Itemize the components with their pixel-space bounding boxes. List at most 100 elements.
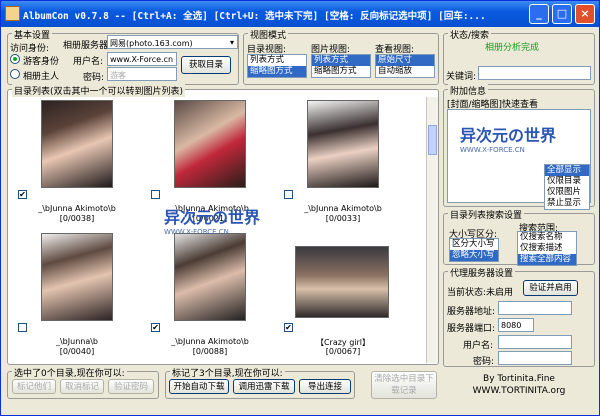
verify-password-button[interactable]: 验证密码: [108, 379, 154, 394]
display-filter-item[interactable]: 仅限目录: [545, 176, 589, 187]
start-download-button[interactable]: 开始自动下载: [169, 379, 229, 394]
chevron-down-icon: ▾: [229, 38, 234, 47]
album-caption: _\bJunna Akimoto\b: [171, 337, 249, 346]
watermark-url: WWW.X-FORCE.CN: [164, 228, 229, 236]
album-thumbnail[interactable]: [41, 100, 113, 188]
guest-label: 游客身份: [23, 57, 60, 67]
display-filter-item[interactable]: 全部显示: [545, 165, 589, 176]
basic-settings-title: 基本设置: [12, 28, 53, 41]
proxy-password-label: 密码:: [473, 357, 495, 367]
directory-list-title: 目录列表(双击其中一个可以转到图片列表): [12, 84, 186, 97]
album-checkbox[interactable]: [284, 190, 293, 199]
list-search-title: 目录列表搜索设置: [448, 208, 525, 221]
marked-dirs-title: 标记了3个目录,现在你可以:: [170, 366, 285, 379]
case-item[interactable]: 忽略大小写: [450, 250, 498, 261]
username-input[interactable]: www.X-Force.cn: [107, 52, 177, 66]
dir-view-item[interactable]: 缩略图方式: [248, 66, 306, 77]
access-label: 访问身份:: [10, 44, 50, 54]
album-checkbox[interactable]: [151, 190, 160, 199]
case-list[interactable]: 区分大小写 忽略大小写: [449, 238, 499, 262]
attach-info-title: 附加信息: [448, 84, 489, 97]
server-select-value: 网易(photo.163.com): [110, 39, 193, 48]
selected-dirs-title: 选中了0个目录,现在你可以:: [12, 366, 127, 379]
guest-radio[interactable]: [10, 54, 20, 64]
proxy-port-label: 服务器端口:: [447, 324, 496, 334]
album-checkbox[interactable]: ✔: [284, 323, 293, 332]
case-item[interactable]: 区分大小写: [450, 239, 498, 250]
album-thumbnail[interactable]: [41, 233, 113, 321]
dir-view-list[interactable]: 列表方式 缩略图方式: [247, 54, 307, 78]
scope-item[interactable]: 仅搜索名称: [518, 232, 576, 243]
album-count: [0/0088]: [192, 347, 228, 356]
credit-author: By Tortinita.Fine: [483, 374, 555, 384]
credit-website: WWW.TORTINITA.org: [472, 386, 566, 396]
password-label: 密码:: [83, 73, 105, 83]
pic-view-item[interactable]: 列表方式: [312, 55, 370, 66]
see-view-list[interactable]: 原始尺寸 自动缩放: [375, 54, 435, 78]
title-bar[interactable]: AlbumCon v0.7.8 -- [Ctrl+A: 全选] [Ctrl+U:…: [1, 1, 599, 27]
album-thumbnail[interactable]: [174, 100, 246, 188]
server-label: 相册服务器:: [63, 41, 112, 51]
get-directory-button[interactable]: 获取目录: [181, 56, 231, 74]
album-count: [0/0038]: [59, 214, 95, 223]
thunder-download-button[interactable]: 调用迅雷下载: [233, 379, 295, 394]
album-count: [0/0040]: [59, 347, 95, 356]
pic-view-item[interactable]: 缩略图方式: [312, 66, 370, 77]
maximize-button[interactable]: □: [552, 4, 572, 24]
minimize-button[interactable]: _: [529, 4, 549, 24]
album-checkbox[interactable]: [18, 323, 27, 332]
directory-scrollbar[interactable]: [426, 97, 438, 363]
proxy-title: 代理服务器设置: [448, 266, 516, 279]
preview-logo: 异次元の世界 WWW.X-FORCE.CN: [460, 122, 556, 154]
proxy-address-input[interactable]: [498, 301, 572, 315]
album-caption: _\bJunna\b: [55, 337, 99, 346]
see-view-item[interactable]: 自动缩放: [376, 66, 434, 77]
scope-list[interactable]: 仅搜索名称 仅搜索描述 搜索全部内容: [517, 231, 577, 266]
app-window: AlbumCon v0.7.8 -- [Ctrl+A: 全选] [Ctrl+U:…: [0, 0, 600, 416]
album-thumbnail[interactable]: [174, 233, 246, 321]
unmark-button[interactable]: 取消标记: [60, 379, 104, 394]
clear-records-button[interactable]: 清除选中目录下载记录: [371, 371, 437, 399]
pic-view-list[interactable]: 列表方式 缩略图方式: [311, 54, 371, 78]
proxy-port-input[interactable]: 8080: [498, 318, 534, 332]
window-title: AlbumCon v0.7.8 -- [Ctrl+A: 全选] [Ctrl+U:…: [23, 11, 486, 22]
owner-radio[interactable]: [10, 69, 20, 79]
see-view-item[interactable]: 原始尺寸: [376, 55, 434, 66]
scope-item[interactable]: 仅搜索描述: [518, 243, 576, 254]
preview-logo-url: WWW.X-FORCE.CN: [460, 146, 525, 154]
display-filter-item[interactable]: 禁止显示: [545, 198, 589, 209]
status-message: 相册分析完成: [485, 43, 540, 53]
display-filter-item[interactable]: 仅限图片: [545, 187, 589, 198]
keyword-label: 关键词:: [446, 72, 477, 82]
owner-label: 相册主人: [23, 72, 60, 82]
app-icon: [5, 6, 20, 21]
close-button[interactable]: ×: [575, 4, 595, 24]
verify-enable-button[interactable]: 验证并启用: [523, 280, 578, 296]
proxy-state-label: 当前状态:未启用: [447, 288, 514, 298]
username-label: 用户名:: [73, 57, 104, 67]
proxy-address-label: 服务器地址:: [447, 307, 496, 317]
proxy-password-input[interactable]: [498, 351, 572, 365]
album-count: [0/0033]: [325, 214, 361, 223]
view-mode-title: 视图模式: [248, 28, 289, 41]
display-filter-list[interactable]: 全部显示 仅限目录 仅限图片 禁止显示: [544, 164, 590, 210]
preview-logo-text: 异次元の世界: [460, 126, 557, 145]
server-select[interactable]: 网易(photo.163.com) ▾: [107, 35, 238, 49]
scrollbar-thumb[interactable]: [428, 125, 437, 155]
album-thumbnail[interactable]: [307, 100, 379, 188]
watermark-text: 异次元の世界: [164, 208, 261, 227]
password-input[interactable]: 游客: [107, 67, 177, 81]
album-thumbnail[interactable]: [295, 246, 389, 318]
keyword-input[interactable]: [478, 66, 591, 80]
mark-them-button[interactable]: 标记他们: [12, 379, 56, 394]
album-count: [0/0067]: [325, 347, 361, 356]
dir-view-item[interactable]: 列表方式: [248, 55, 306, 66]
proxy-user-input[interactable]: [498, 335, 572, 349]
album-caption: _\bJunna Akimoto\b: [304, 204, 382, 213]
album-checkbox[interactable]: ✔: [18, 190, 27, 199]
export-links-button[interactable]: 导出连接: [299, 379, 351, 394]
album-checkbox[interactable]: ✔: [151, 323, 160, 332]
scope-item[interactable]: 搜索全部内容: [518, 254, 576, 265]
watermark-logo: 异次元の世界 WWW.X-FORCE.CN: [164, 204, 260, 236]
album-caption: _\bJunna Akimoto\b: [38, 204, 116, 213]
